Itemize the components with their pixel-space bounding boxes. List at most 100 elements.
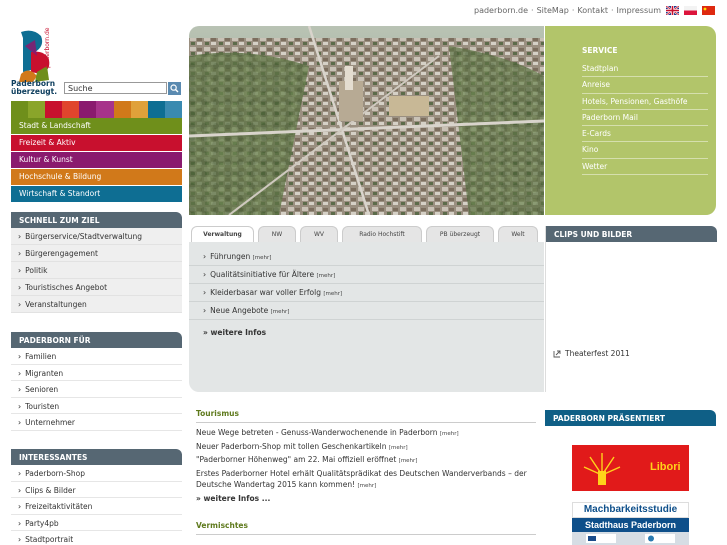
external-link-icon: [553, 350, 561, 357]
logo-text: Paderborn überzeugt.: [11, 80, 57, 96]
chevron-right-icon: ›: [18, 485, 22, 495]
sponsor-logos: [572, 532, 689, 545]
nav-hochschule-bildung[interactable]: Hochschule & Bildung: [11, 169, 182, 185]
machbarkeit-line-1: Machbarkeitsstudie: [572, 502, 689, 518]
news-item[interactable]: Erstes Paderborner Hotel erhält Qualität…: [196, 468, 536, 493]
news-text: "Paderborner Höhenweg" am 22. Mai offizi…: [196, 455, 397, 464]
tab-nw[interactable]: NW: [258, 226, 296, 242]
tab-news-item[interactable]: › Neue Angebote [mehr]: [189, 302, 544, 320]
list-item[interactable]: › Unternehmer: [11, 414, 182, 431]
service-item-mail[interactable]: Paderborn Mail: [582, 110, 708, 127]
mehr-link[interactable]: [mehr]: [271, 309, 290, 315]
weitere-infos-link[interactable]: » weitere Infos ...: [196, 493, 536, 505]
list-item[interactable]: › Migranten: [11, 364, 182, 381]
mehr-link[interactable]: [mehr]: [399, 458, 418, 464]
list-item[interactable]: › Veranstaltungen: [11, 296, 182, 313]
link-impressum[interactable]: Impressum: [617, 6, 661, 15]
mehr-link[interactable]: [mehr]: [440, 431, 459, 437]
interessantes-list: › Paderborn-Shop › Clips & Bilder › Freizei…: [11, 465, 182, 545]
separator: ·: [531, 6, 534, 15]
tab-radio-hochstift[interactable]: Radio Hochstift: [342, 226, 422, 242]
chevron-right-icon: ›: [18, 266, 22, 275]
list-item-label: Familien: [25, 352, 57, 361]
mehr-link[interactable]: [mehr]: [389, 445, 408, 451]
link-kontakt[interactable]: Kontakt: [577, 6, 608, 15]
mehr-link[interactable]: [mehr]: [323, 291, 342, 297]
tab-welt[interactable]: Welt: [498, 226, 538, 242]
nav-wirtschaft-standort[interactable]: Wirtschaft & Standort: [11, 186, 182, 202]
list-item[interactable]: › Bürgerservice/Stadtverwaltung: [11, 228, 182, 245]
list-item-label: Bürgerservice/Stadtverwaltung: [25, 232, 142, 241]
schnell-zum-ziel-box: SCHNELL ZUM ZIEL › Bürgerservice/Stadtver…: [11, 212, 182, 313]
paderborn-logo[interactable]: paderborn.de Paderborn überzeugt.: [11, 26, 59, 98]
news-item[interactable]: Neuer Paderborn-Shop mit tollen Geschenk…: [196, 441, 536, 455]
machbarkeitsstudie-banner[interactable]: Machbarkeitsstudie Stadthaus Paderborn: [572, 502, 689, 545]
nav-freizeit-aktiv[interactable]: Freizeit & Aktiv: [11, 135, 182, 151]
tab-news-item[interactable]: › Qualitätsinitiative für Ältere [mehr]: [189, 266, 544, 284]
news-text: Führungen: [210, 252, 251, 261]
flag-uk-icon[interactable]: [666, 6, 679, 15]
list-item[interactable]: › Stadtportrait: [11, 531, 182, 545]
color-strip-banner: [11, 101, 182, 118]
service-item-hotels[interactable]: Hotels, Pensionen, Gasthöfe: [582, 94, 708, 110]
chevron-right-icon: ›: [18, 232, 22, 241]
chevron-right-icon: ›: [203, 252, 207, 261]
tourismus-news: Neue Wege betreten - Genuss-Wanderwochen…: [196, 427, 536, 504]
list-item-label: Party4pb: [25, 518, 59, 528]
list-item[interactable]: › Party4pb: [11, 514, 182, 531]
list-item[interactable]: › Familien: [11, 348, 182, 365]
link-sitemap[interactable]: SiteMap: [537, 6, 569, 15]
tourismus-section: Tourismus Neue Wege betreten - Genuss-Wa…: [196, 409, 536, 504]
list-item[interactable]: › Politik: [11, 262, 182, 279]
list-item[interactable]: › Touristen: [11, 397, 182, 414]
mehr-link[interactable]: [mehr]: [253, 255, 272, 261]
search-input[interactable]: Suche: [64, 82, 167, 94]
news-item[interactable]: Neue Wege betreten - Genuss-Wanderwochen…: [196, 427, 536, 441]
mehr-link[interactable]: [mehr]: [316, 273, 335, 279]
double-chevron-icon: »: [203, 328, 208, 337]
service-item-anreise[interactable]: Anreise: [582, 77, 708, 94]
service-title: SERVICE: [582, 46, 618, 55]
service-item-kino[interactable]: Kino: [582, 142, 708, 159]
clip-label: Theaterfest 2011: [565, 349, 630, 358]
nav-kultur-kunst[interactable]: Kultur & Kunst: [11, 152, 182, 168]
flag-china-icon[interactable]: [702, 6, 715, 15]
list-item[interactable]: › Senioren: [11, 381, 182, 398]
list-item[interactable]: › Touristisches Angebot: [11, 279, 182, 296]
service-item-stadtplan[interactable]: Stadtplan: [582, 61, 708, 78]
link-home[interactable]: paderborn.de: [474, 6, 528, 15]
list-item[interactable]: › Bürgerengagement: [11, 245, 182, 262]
tab-news-item[interactable]: › Kleiderbasar war voller Erfolg [mehr]: [189, 284, 544, 302]
list-item[interactable]: › Clips & Bilder: [11, 481, 182, 498]
list-item[interactable]: › Freizeitaktivitäten: [11, 498, 182, 515]
tab-verwaltung[interactable]: Verwaltung: [191, 226, 254, 242]
clip-item[interactable]: Theaterfest 2011: [553, 349, 630, 358]
service-item-ecards[interactable]: E-Cards: [582, 126, 708, 143]
chevron-right-icon: ›: [18, 283, 22, 292]
news-item[interactable]: "Paderborner Höhenweg" am 22. Mai offizi…: [196, 454, 536, 468]
nav-stadt-landschaft[interactable]: Stadt & Landschaft: [11, 118, 182, 134]
tab-news-item[interactable]: › Führungen [mehr]: [189, 248, 544, 266]
tab-wv[interactable]: WV: [300, 226, 338, 242]
chevron-right-icon: ›: [18, 518, 22, 528]
search-button[interactable]: [168, 82, 181, 95]
service-item-wetter[interactable]: Wetter: [582, 159, 708, 176]
weitere-infos-label: weitere Infos: [210, 328, 267, 337]
interessantes-title: INTERESSANTES: [11, 449, 182, 465]
news-tabs: Verwaltung NW WV Radio Hochstift PB über…: [189, 226, 544, 242]
interessantes-box: INTERESSANTES › Paderborn-Shop › Clips & B…: [11, 449, 182, 545]
weitere-infos-link[interactable]: » weitere Infos: [189, 320, 544, 345]
news-text: Kleiderbasar war voller Erfolg: [210, 288, 321, 297]
clips-title: CLIPS UND BILDER: [546, 226, 717, 242]
news-text: Neuer Paderborn-Shop mit tollen Geschenk…: [196, 441, 387, 451]
mehr-link[interactable]: [mehr]: [358, 483, 377, 489]
tab-pb-ueberzeugt[interactable]: PB überzeugt: [426, 226, 494, 242]
list-item[interactable]: › Paderborn-Shop: [11, 465, 182, 482]
paderborn-fuer-list: › Familien › Migranten › Senioren › Touriste…: [11, 348, 182, 431]
chevron-right-icon: ›: [18, 368, 22, 378]
libori-banner[interactable]: Libori: [572, 445, 689, 491]
chevron-right-icon: ›: [18, 401, 22, 411]
flag-poland-icon[interactable]: [684, 6, 697, 15]
logo-line-2: überzeugt.: [11, 87, 58, 96]
chevron-right-icon: ›: [18, 469, 22, 478]
